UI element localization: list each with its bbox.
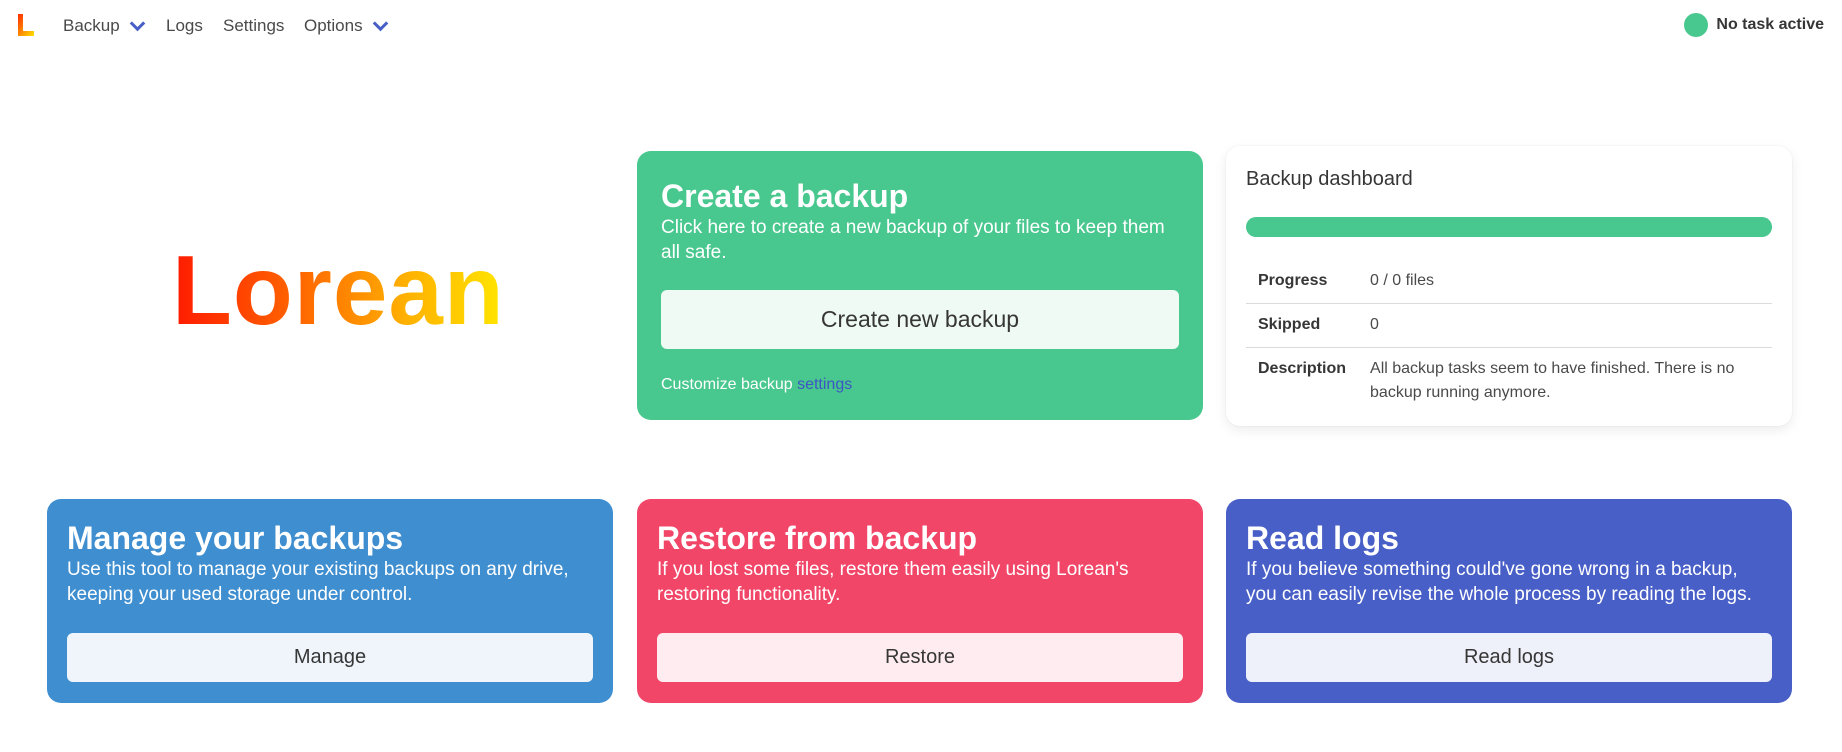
description-value: All backup tasks seem to have finished. …: [1358, 347, 1772, 415]
nav-settings-label: Settings: [223, 16, 285, 35]
task-status-text: No task active: [1716, 16, 1824, 33]
brand-logo-text: Lorean: [172, 235, 505, 345]
table-row: Skipped 0: [1246, 303, 1772, 348]
dashboard-title: Backup dashboard: [1246, 168, 1413, 190]
manage-backups-card: Manage your backups Use this tool to man…: [47, 499, 613, 703]
nav-logs[interactable]: Logs: [166, 0, 203, 52]
customize-backup-label: Customize backup: [661, 376, 793, 393]
description-key: Description: [1246, 347, 1359, 415]
create-new-backup-button[interactable]: Create new backup: [661, 290, 1179, 349]
lorean-logo-icon[interactable]: [16, 13, 36, 37]
chevron-down-icon: [372, 15, 388, 31]
skipped-value: 0: [1358, 303, 1772, 348]
status-dot-icon: [1684, 13, 1709, 37]
create-backup-card: Create a backup Click here to create a n…: [637, 151, 1203, 420]
table-row: Progress 0 / 0 files: [1246, 260, 1772, 304]
nav-logs-label: Logs: [166, 16, 203, 35]
progress-key: Progress: [1258, 272, 1328, 289]
nav-backup-label: Backup: [63, 16, 120, 35]
backup-dashboard: Backup dashboard Progress 0 / 0 files Sk…: [1226, 146, 1792, 426]
restore-button[interactable]: Restore: [657, 633, 1183, 682]
nav-options-label: Options: [304, 16, 363, 35]
nav-backup[interactable]: Backup: [63, 0, 145, 52]
restore-backup-card: Restore from backup If you lost some fil…: [637, 499, 1203, 703]
restore-description: If you lost some files, restore them eas…: [657, 559, 1129, 605]
chevron-down-icon: [129, 15, 145, 31]
progress-value: 0 / 0 files: [1370, 272, 1435, 289]
manage-title: Manage your backups: [67, 520, 404, 556]
read-logs-button[interactable]: Read logs: [1246, 633, 1772, 682]
manage-button[interactable]: Manage: [67, 633, 593, 682]
read-logs-card: Read logs If you believe something could…: [1226, 499, 1792, 703]
restore-title: Restore from backup: [657, 520, 978, 556]
nav-settings[interactable]: Settings: [223, 0, 284, 52]
task-status: No task active: [1684, 0, 1824, 50]
manage-description: Use this tool to manage your existing ba…: [67, 559, 569, 605]
create-backup-description: Click here to create a new backup of you…: [661, 217, 1165, 263]
dashboard-table: Progress 0 / 0 files Skipped 0 Descripti…: [1246, 260, 1772, 415]
progress-bar: [1246, 217, 1772, 237]
logs-title: Read logs: [1246, 520, 1399, 556]
navbar: Backup Logs Settings Options No task act…: [0, 0, 1842, 52]
customize-backup-text: Customize backup settings: [661, 376, 852, 394]
settings-link[interactable]: settings: [797, 376, 852, 393]
logs-description: If you believe something could've gone w…: [1246, 559, 1752, 605]
table-row: Description All backup tasks seem to hav…: [1246, 347, 1772, 415]
nav-options[interactable]: Options: [304, 0, 388, 52]
skipped-key: Skipped: [1246, 303, 1359, 348]
create-backup-title: Create a backup: [661, 178, 909, 214]
